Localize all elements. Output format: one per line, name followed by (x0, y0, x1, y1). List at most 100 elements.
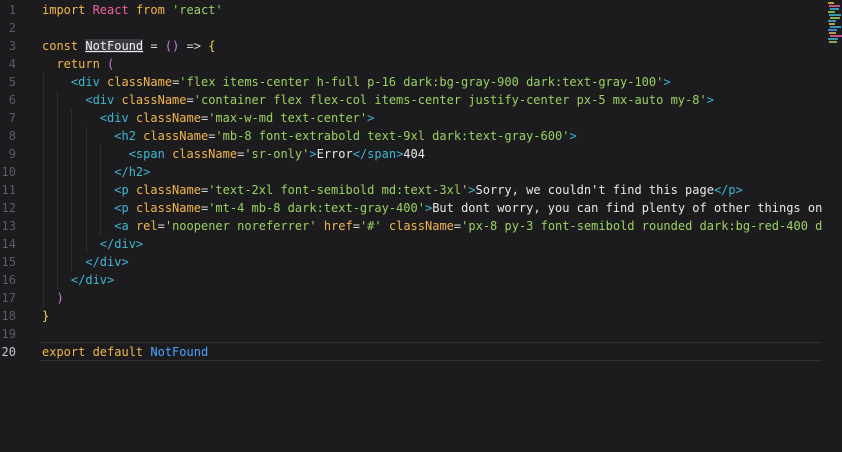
minimap-line (828, 38, 838, 40)
code-line[interactable]: return ( (42, 55, 114, 73)
code-line[interactable]: <div className='max-w-md text-center'> (42, 109, 375, 127)
code-token: import (42, 3, 93, 17)
line-number: 16 (1, 273, 16, 287)
code-token: from (135, 3, 173, 17)
code-token: > (468, 183, 476, 197)
line-number: 14 (1, 237, 16, 251)
code-token: = (157, 219, 165, 233)
code-token: 'mt-4 mb-8 dark:text-gray-400' (208, 201, 425, 215)
code-token: className (135, 183, 201, 197)
code-line[interactable]: </div> (42, 271, 114, 289)
line-number: 12 (1, 201, 16, 215)
code-line[interactable]: <div className='flex items-center h-full… (42, 73, 671, 91)
code-token: 'noopener noreferrer' (164, 219, 317, 233)
code-token: default (92, 345, 151, 359)
code-line[interactable]: ) (42, 289, 64, 307)
code-line[interactable]: <p className='mt-4 mb-8 dark:text-gray-4… (42, 199, 822, 217)
code-token: className (135, 201, 201, 215)
minimap[interactable] (828, 0, 842, 46)
code-token: React (92, 3, 136, 17)
minimap-line (829, 14, 841, 16)
code-token: </p> (713, 183, 743, 197)
minimap-line (829, 32, 836, 34)
code-token: </h2> (114, 165, 151, 179)
line-number: 1 (8, 3, 16, 17)
minimap-line (828, 11, 835, 13)
code-token: = (143, 39, 165, 53)
code-token: className (121, 93, 187, 107)
minimap-line (829, 41, 837, 43)
line-number: 19 (1, 327, 16, 341)
code-token: 'container flex flex-col items-center ju… (193, 93, 707, 107)
code-token: > (569, 129, 577, 143)
minimap-line (828, 2, 834, 4)
minimap-line (828, 29, 837, 31)
code-token: ) (56, 291, 64, 305)
minimap-line (830, 26, 841, 28)
code-line[interactable]: <a rel='noopener noreferrer' href='#' cl… (42, 217, 822, 235)
code-line[interactable]: export default NotFound (42, 343, 208, 361)
code-token: <a (114, 219, 136, 233)
line-number: 13 (1, 219, 16, 233)
code-token: 'sr-only' (244, 147, 310, 161)
code-token: 404 (403, 147, 425, 161)
code-line[interactable]: </div> (42, 253, 128, 271)
code-line[interactable]: </h2> (42, 163, 150, 181)
code-token: NotFound (150, 345, 209, 359)
line-number: 6 (8, 93, 16, 107)
code-line[interactable]: <div className='container flex flex-col … (42, 91, 714, 109)
code-token: } (42, 309, 50, 323)
minimap-line (829, 23, 835, 25)
code-token: className (143, 129, 209, 143)
line-number: 4 (8, 57, 16, 71)
code-line[interactable]: </div> (42, 235, 143, 253)
code-token: ( (107, 57, 115, 71)
code-token: <p (114, 183, 136, 197)
minimap-line (828, 20, 836, 22)
line-number: 3 (8, 39, 16, 53)
code-line[interactable]: const NotFound = () => { (42, 37, 215, 55)
code-token: () (164, 39, 180, 53)
code-token: Sorry, we couldn't find this page (475, 183, 714, 197)
code-token: </div> (70, 273, 115, 287)
code-token: return (56, 57, 108, 71)
code-token: '#' (359, 219, 382, 233)
code-token: export (42, 345, 93, 359)
code-token: rel (135, 219, 158, 233)
line-number: 5 (8, 75, 16, 89)
code-token: <h2 (114, 129, 144, 143)
code-token: <span (128, 147, 173, 161)
code-line[interactable]: <h2 className='mb-8 font-extrabold text-… (42, 127, 577, 145)
code-token: Error (316, 147, 353, 161)
line-number: 8 (8, 129, 16, 143)
code-token: NotFound (85, 39, 144, 53)
code-token: className (107, 75, 173, 89)
code-token: 'px-8 py-3 font-semibold rounded dark:bg… (461, 219, 822, 233)
code-token: > (706, 93, 714, 107)
code-line[interactable]: <p className='text-2xl font-semibold md:… (42, 181, 743, 199)
code-token: </span> (352, 147, 404, 161)
code-token: > (663, 75, 671, 89)
code-token: = (352, 219, 360, 233)
line-number: 11 (1, 183, 16, 197)
code-token: 'text-2xl font-semibold md:text-3xl' (208, 183, 469, 197)
code-token: href (323, 219, 353, 233)
code-token: But dont worry, you can find plenty of o… (432, 201, 822, 215)
code-line[interactable]: import React from 'react' (42, 1, 223, 19)
code-line[interactable]: <span className='sr-only'>Error</span>40… (42, 145, 425, 163)
line-number: 10 (1, 165, 16, 179)
code-line[interactable]: } (42, 307, 49, 325)
minimap-line (830, 8, 839, 10)
code-token: => (179, 39, 209, 53)
code-token: 'max-w-md text-center' (208, 111, 368, 125)
code-token: <p (114, 201, 136, 215)
code-editor[interactable]: 1 2 3 4 5 6 7 8 9 10 11 12 13 14 15 16 17 18 19 20 import R… (0, 0, 842, 452)
